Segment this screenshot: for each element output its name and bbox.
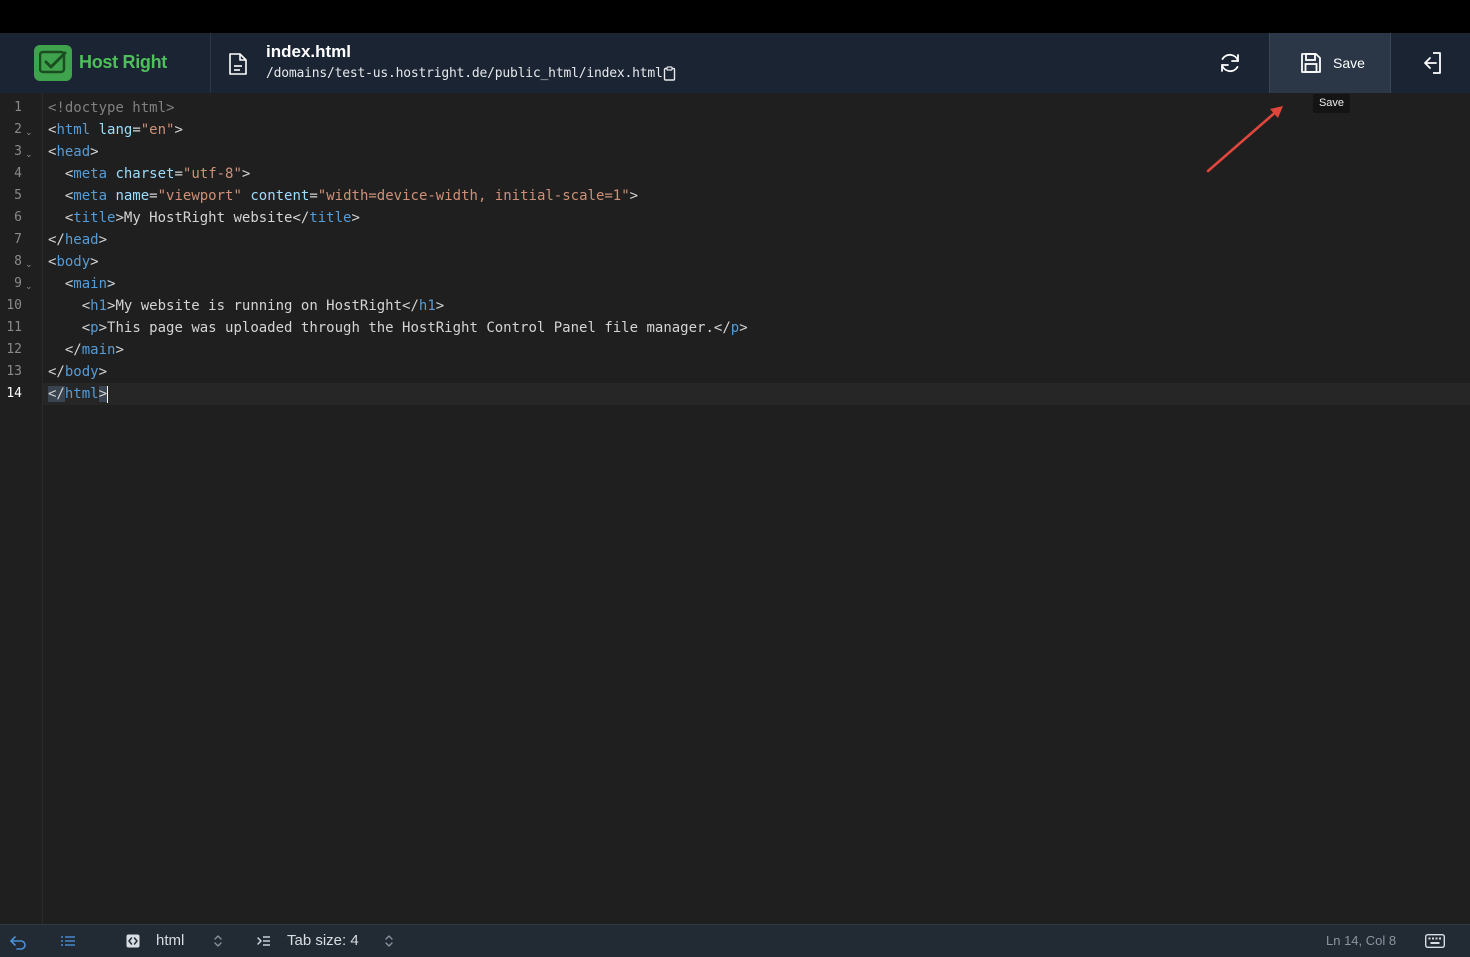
line-number: 2 xyxy=(14,122,22,137)
code-language-icon xyxy=(126,934,140,953)
save-button[interactable]: Save xyxy=(1269,33,1391,93)
code-line[interactable]: <meta name="viewport" content="width=dev… xyxy=(43,185,1470,207)
code-line[interactable]: <p>This page was uploaded through the Ho… xyxy=(43,317,1470,339)
line-number: 6 xyxy=(14,210,22,225)
fold-chevron-icon[interactable]: ⌄ xyxy=(25,121,33,143)
code-line[interactable]: <html lang="en"> xyxy=(43,119,1470,141)
refresh-button[interactable] xyxy=(1204,33,1256,93)
refresh-icon xyxy=(1221,53,1239,73)
brand[interactable]: Host Right xyxy=(0,33,211,93)
line-number: 4 xyxy=(14,166,22,181)
line-number: 5 xyxy=(14,188,22,203)
file-icon xyxy=(228,52,248,81)
line-number: 9 xyxy=(14,276,22,291)
line-number: 7 xyxy=(14,232,22,247)
tab-size-selector[interactable]: Tab size: 4 xyxy=(287,925,359,957)
exit-icon xyxy=(1424,52,1441,74)
code-line[interactable]: <meta charset="utf-8"> xyxy=(43,163,1470,185)
exit-button[interactable] xyxy=(1408,33,1454,93)
fold-chevron-icon[interactable]: ⌄ xyxy=(25,275,33,297)
code-line[interactable]: <h1>My website is running on HostRight</… xyxy=(43,295,1470,317)
file-path: /domains/test-us.hostright.de/public_htm… xyxy=(266,66,663,81)
brand-name: Host Right xyxy=(79,52,167,72)
code-line[interactable]: <main> xyxy=(43,273,1470,295)
fold-chevron-icon[interactable]: ⌄ xyxy=(25,253,33,275)
code-line[interactable]: <head> xyxy=(43,141,1470,163)
indent-icon xyxy=(257,934,271,953)
line-number-gutter: 1 2 ⌄ 3 ⌄ 4 5 6 7 8 ⌄ 9 ⌄ 10 11 12 13 14 xyxy=(0,93,43,924)
editor-header: Host Right index.html /domains/test-us.h… xyxy=(0,33,1470,93)
undo-icon[interactable] xyxy=(9,934,27,955)
code-line[interactable]: </html> xyxy=(43,383,1470,405)
keyboard-icon[interactable] xyxy=(1424,933,1446,953)
code-line[interactable]: <!doctype html> xyxy=(43,97,1470,119)
line-number: 12 xyxy=(6,342,22,357)
line-number: 1 xyxy=(14,100,22,115)
language-chevron-updown-icon[interactable] xyxy=(213,934,223,953)
save-icon xyxy=(1301,53,1321,73)
code-line[interactable]: <title>My HostRight website</title> xyxy=(43,207,1470,229)
code-line[interactable]: </main> xyxy=(43,339,1470,361)
code-line[interactable]: </head> xyxy=(43,229,1470,251)
code-line[interactable]: </body> xyxy=(43,361,1470,383)
line-number: 3 xyxy=(14,144,22,159)
save-label: Save xyxy=(1333,55,1365,71)
status-bar: html Tab size: 4 Ln 14, Col 8 xyxy=(0,924,1470,957)
code-line[interactable]: <body> xyxy=(43,251,1470,273)
line-number: 8 xyxy=(14,254,22,269)
line-number: 11 xyxy=(6,320,22,335)
language-selector[interactable]: html xyxy=(156,925,184,957)
code-editor[interactable]: <!doctype html> <html lang="en"> <head> <m… xyxy=(43,93,1470,924)
file-name: index.html xyxy=(266,42,352,61)
cursor-position: Ln 14, Col 8 xyxy=(1326,933,1397,948)
top-black-bar xyxy=(0,0,1470,33)
line-number: 13 xyxy=(6,364,22,379)
hostright-logo-icon xyxy=(34,45,72,81)
line-number: 14 xyxy=(6,386,22,401)
text-cursor xyxy=(107,385,109,403)
fold-chevron-icon[interactable]: ⌄ xyxy=(25,143,33,165)
line-number: 10 xyxy=(6,298,22,313)
copy-path-icon[interactable] xyxy=(663,66,676,86)
outline-list-icon[interactable] xyxy=(60,934,76,953)
tab-size-chevron-updown-icon[interactable] xyxy=(384,934,394,953)
